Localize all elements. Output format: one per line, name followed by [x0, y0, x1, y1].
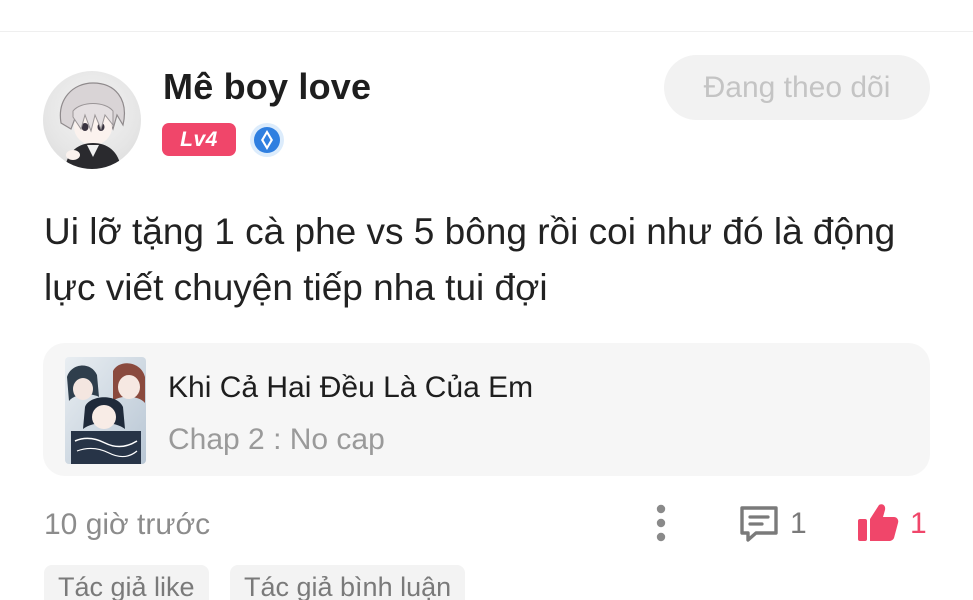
verified-badge-icon: [248, 121, 286, 159]
username[interactable]: Mê boy love: [163, 66, 371, 108]
follow-button[interactable]: Đang theo dõi: [664, 55, 930, 120]
tag-author-liked: Tác giả like: [44, 565, 209, 600]
comment-icon[interactable]: [737, 502, 781, 546]
story-cover: [65, 357, 146, 464]
comment-item: Mê boy love Lv4 Đang theo dõi Ui lỡ tặng…: [0, 0, 973, 600]
tag-author-commented: Tác giả bình luận: [230, 565, 466, 600]
story-title: Khi Cả Hai Đều Là Của Em: [168, 371, 534, 404]
comment-count: 1: [790, 507, 807, 540]
avatar[interactable]: [43, 71, 141, 169]
thumbs-up-icon[interactable]: [855, 500, 901, 546]
comment-text: Ui lỡ tặng 1 cà phe vs 5 bông rồi coi nh…: [44, 211, 896, 308]
level-badge: Lv4: [162, 123, 236, 156]
timestamp: 10 giờ trước: [44, 508, 211, 541]
more-vertical-icon[interactable]: [648, 502, 674, 544]
story-card[interactable]: Khi Cả Hai Đều Là Của Em Chap 2 : No cap: [43, 343, 930, 476]
top-divider: [0, 31, 973, 32]
story-chapter: Chap 2 : No cap: [168, 423, 385, 456]
like-count: 1: [910, 507, 927, 540]
